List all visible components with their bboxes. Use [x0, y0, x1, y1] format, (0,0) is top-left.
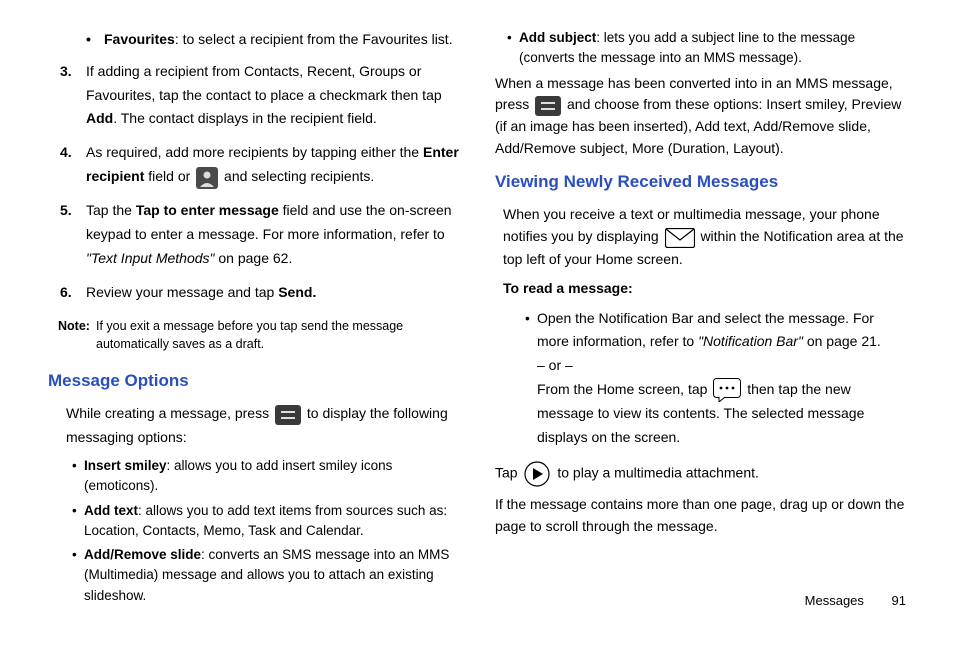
contact-icon [196, 165, 218, 189]
play-para: Tap to play a multimedia attachment. [495, 460, 906, 488]
step-3: 3. If adding a recipient from Contacts, … [60, 60, 459, 131]
view-intro: When you receive a text or multimedia me… [503, 203, 906, 271]
step-6: 6. Review your message and tap Send. [60, 281, 459, 305]
option-add-remove-slide: • Add/Remove slide: converts an SMS mess… [72, 545, 459, 606]
bullet-favourites: • Favourites: to select a recipient from… [86, 28, 459, 52]
heading-viewing-messages: Viewing Newly Received Messages [495, 168, 906, 197]
note-block: Note: If you exit a message before you t… [58, 318, 459, 353]
step-body: Review your message and tap Send. [86, 281, 459, 305]
scroll-para: If the message contains more than one pa… [495, 494, 906, 537]
footer-page-number: 91 [892, 593, 906, 608]
note-label: Note: [58, 318, 96, 353]
note-text: If you exit a message before you tap sen… [96, 318, 459, 353]
step-body: As required, add more recipients by tapp… [86, 141, 459, 189]
step-number: 3. [60, 60, 86, 131]
right-column: • Add subject: lets you add a subject li… [495, 28, 906, 610]
bullet-text: Favourites: to select a recipient from t… [104, 28, 459, 52]
menu-icon [535, 95, 561, 117]
page-footer: Messages 91 [805, 590, 906, 612]
bullet-dot: • [86, 28, 104, 52]
step-number: 4. [60, 141, 86, 189]
step-5: 5. Tap the Tap to enter message field an… [60, 199, 459, 270]
read-step-1: • Open the Notification Bar and select t… [525, 307, 906, 450]
msgopt-intro: While creating a message, press to displ… [66, 402, 459, 450]
heading-message-options: Message Options [48, 367, 459, 396]
mms-para: When a message has been converted into i… [495, 73, 906, 160]
step-4: 4. As required, add more recipients by t… [60, 141, 459, 189]
step-body: Tap the Tap to enter message field and u… [86, 199, 459, 270]
step-body: If adding a recipient from Contacts, Rec… [86, 60, 459, 131]
option-insert-smiley: • Insert smiley: allows you to add inser… [72, 456, 459, 497]
message-app-icon [713, 378, 741, 402]
option-add-subject: • Add subject: lets you add a subject li… [507, 28, 906, 69]
left-column: • Favourites: to select a recipient from… [48, 28, 459, 610]
page-content: • Favourites: to select a recipient from… [0, 0, 954, 650]
option-add-text: • Add text: allows you to add text items… [72, 501, 459, 542]
to-read-label: To read a message: [503, 277, 906, 301]
play-icon [523, 460, 551, 488]
envelope-icon [665, 226, 695, 248]
step-number: 6. [60, 281, 86, 305]
step-number: 5. [60, 199, 86, 270]
footer-section: Messages [805, 593, 864, 608]
menu-icon [275, 403, 301, 427]
